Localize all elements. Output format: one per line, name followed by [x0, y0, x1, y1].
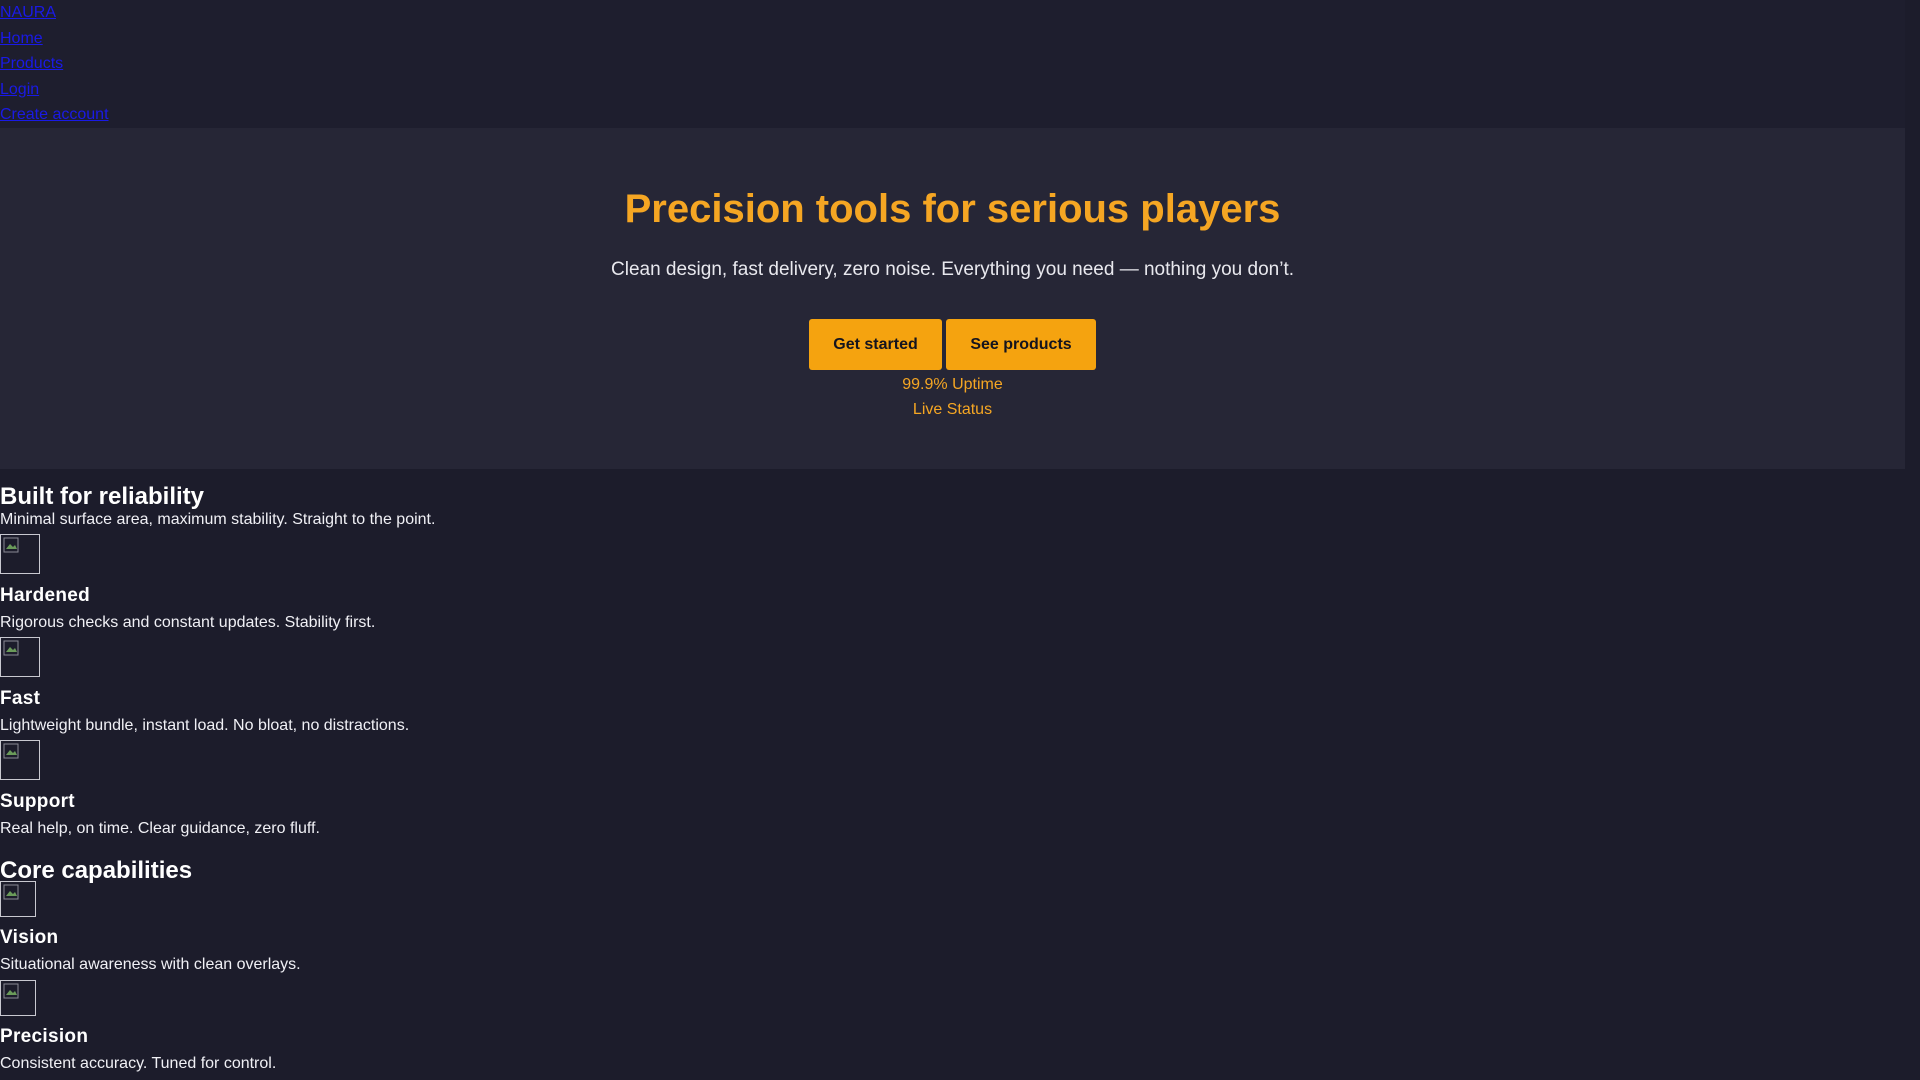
feature-text-hardened: Rigorous checks and constant updates. St…: [0, 614, 376, 631]
broken-image-icon: [0, 637, 40, 677]
feature-text-fast: Lightweight bundle, instant load. No blo…: [0, 717, 410, 734]
get-started-button[interactable]: Get started: [809, 319, 942, 370]
reliability-heading: Built for reliability: [0, 483, 205, 510]
broken-image-icon: [0, 881, 36, 917]
feature-title-hardened: Hardened: [0, 585, 91, 606]
see-products-button[interactable]: See products: [946, 319, 1096, 370]
top-navigation: NAURA Home Products Login Create account: [0, 0, 1905, 128]
hero-title: Precision tools for serious players: [624, 187, 1281, 231]
live-status: Live Status: [912, 401, 993, 418]
page: NAURA Home Products Login Create account…: [0, 0, 1905, 1080]
broken-image-icon: [0, 980, 36, 1016]
capability-text-vision: Situational awareness with clean overlay…: [0, 956, 301, 973]
broken-image-icon: [0, 740, 40, 780]
nav-link-products[interactable]: Products: [0, 51, 1905, 77]
capability-text-precision: Consistent accuracy. Tuned for control.: [0, 1055, 277, 1072]
hero-subtitle: Clean design, fast delivery, zero noise.…: [611, 259, 1294, 280]
brand-link[interactable]: NAURA: [0, 0, 1905, 26]
nav-link-home[interactable]: Home: [0, 26, 1905, 52]
reliability-intro: Minimal surface area, maximum stability.…: [0, 511, 436, 528]
hero-section: Precision tools for serious players Clea…: [0, 128, 1905, 469]
hero-actions: Get started See products: [0, 319, 1905, 370]
feature-text-support: Real help, on time. Clear guidance, zero…: [0, 820, 320, 837]
nav-link-create-account[interactable]: Create account: [0, 102, 1905, 128]
feature-title-support: Support: [0, 791, 75, 812]
broken-image-icon: [0, 534, 40, 574]
capability-title-precision: Precision: [0, 1026, 89, 1047]
uptime-stat: 99.9% Uptime: [902, 376, 1003, 393]
feature-title-fast: Fast: [0, 688, 41, 709]
capability-title-vision: Vision: [0, 927, 59, 948]
nav-link-login[interactable]: Login: [0, 77, 1905, 103]
